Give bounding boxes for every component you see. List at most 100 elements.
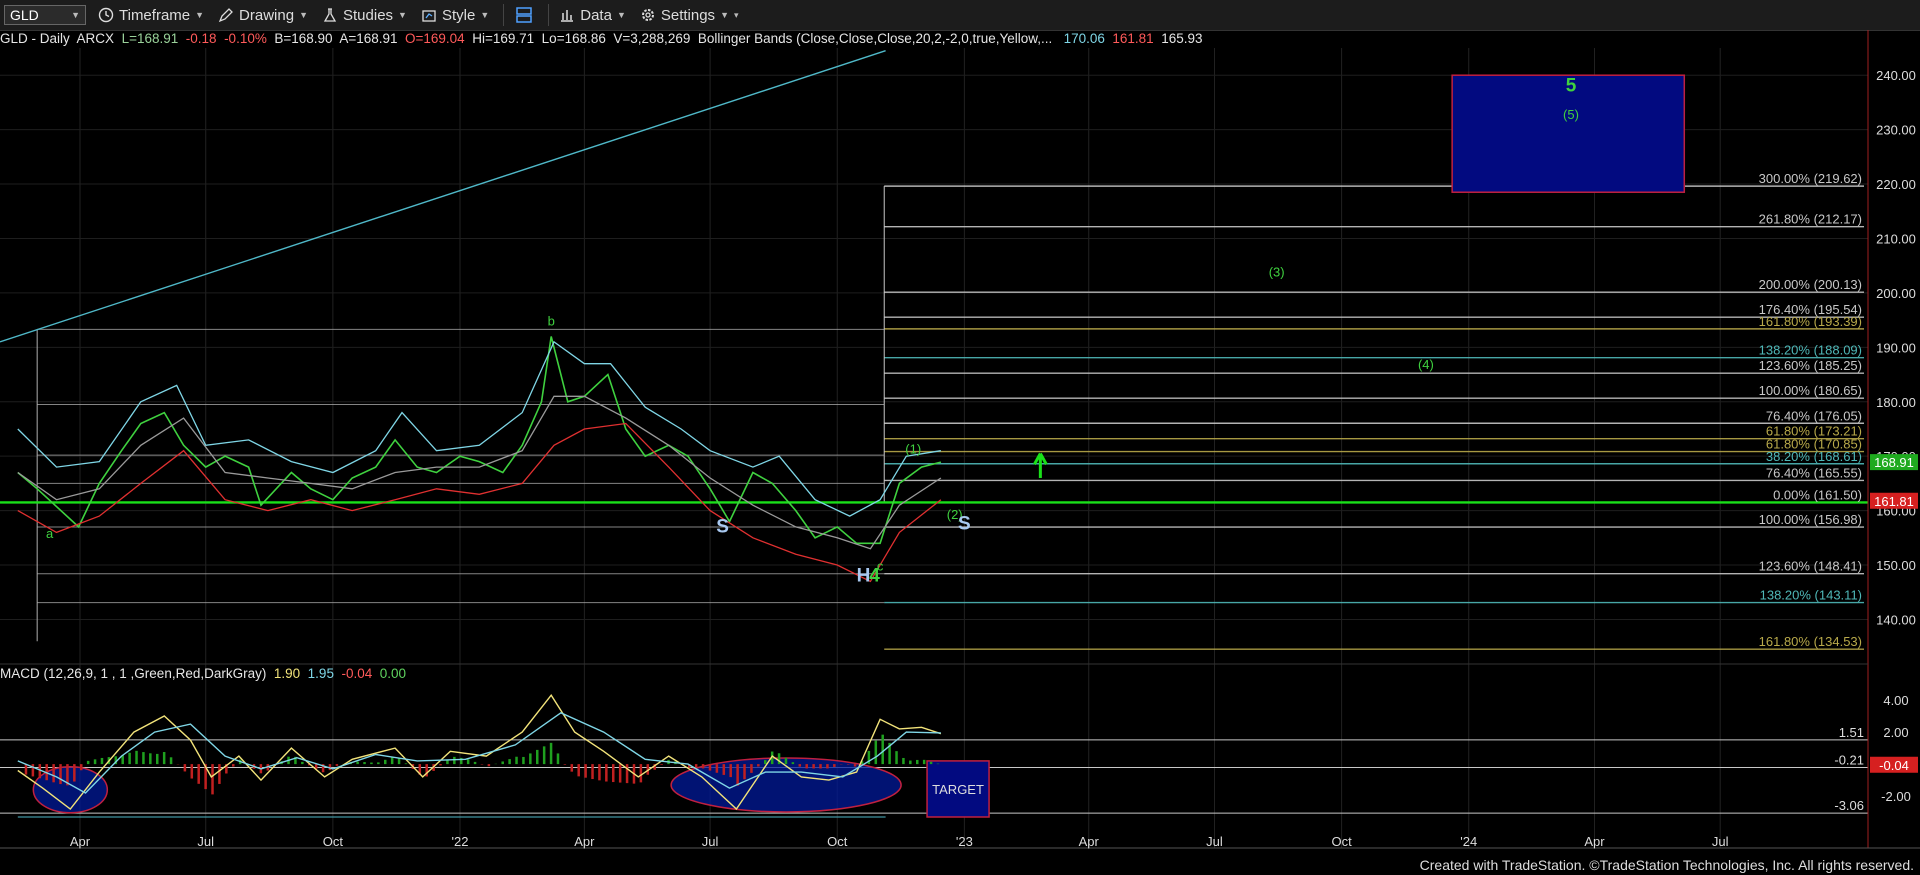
macd-histogram-bar — [736, 764, 739, 786]
macd-reference-label: -3.06 — [1834, 798, 1864, 813]
macd-histogram-bar — [549, 742, 553, 765]
macd-histogram-bar — [591, 764, 594, 780]
up-arrow-icon — [1033, 452, 1048, 478]
macd-histogram-bar — [812, 764, 815, 769]
macd-histogram-bar — [895, 751, 898, 765]
macd-histogram-bar — [715, 764, 719, 773]
x-tick-label: Oct — [827, 834, 848, 849]
price-series-line — [17, 340, 942, 517]
wave-label: (3) — [1269, 265, 1285, 280]
fib-level-label: 123.60% (185.25) — [1759, 358, 1862, 373]
copyright-footer: Created with TradeStation. ©TradeStation… — [1419, 857, 1914, 873]
macd-histogram-bar — [128, 752, 131, 765]
fib-level-label: 261.80% (212.17) — [1759, 212, 1862, 227]
fib-level-label: 161.80% (193.39) — [1759, 314, 1862, 329]
price-tick-label: 220.00 — [1876, 177, 1916, 192]
macd-histogram-bar — [542, 746, 546, 765]
fib-level-label: 38.20% (168.61) — [1766, 449, 1862, 464]
macd-histogram-bar — [536, 749, 539, 765]
wave-label: a — [46, 526, 54, 541]
macd-histogram-bar — [529, 753, 532, 765]
x-tick-label: Jul — [197, 834, 214, 849]
macd-zero-value: 0.00 — [379, 666, 407, 681]
macd-histogram-bar — [929, 761, 933, 765]
macd-histogram-bar — [791, 762, 795, 765]
fib-level-label: 76.40% (176.05) — [1766, 408, 1862, 423]
wave-label: b — [548, 314, 555, 329]
macd-value: 1.90 — [273, 666, 301, 681]
macd-histogram-bar — [777, 753, 781, 765]
macd-histogram-bar — [149, 753, 152, 765]
fib-level-label: 300.00% (219.62) — [1759, 171, 1862, 186]
macd-histogram-bar — [384, 759, 387, 765]
x-tick-label: '24 — [1460, 834, 1477, 849]
macd-histogram-bar — [73, 764, 76, 782]
wave-label: 4 — [869, 565, 880, 586]
wave-label: H — [857, 565, 871, 586]
macd-histogram-bar — [729, 764, 732, 778]
macd-histogram-bar — [356, 761, 359, 765]
macd-histogram-bar — [501, 761, 504, 765]
fib-level-label: 138.20% (188.09) — [1759, 343, 1862, 358]
macd-histogram-bar — [798, 764, 802, 767]
macd-histogram-bar — [466, 759, 470, 765]
target-label: TARGET — [932, 782, 984, 797]
macd-histogram-bar — [142, 752, 145, 765]
macd-tick-label: -2.00 — [1881, 789, 1911, 804]
macd-histogram-bar — [708, 764, 712, 771]
wave-label: (5) — [1563, 107, 1579, 122]
macd-histogram-bar — [833, 764, 836, 767]
macd-histogram-bar — [439, 764, 442, 766]
price-tick-label: 190.00 — [1876, 340, 1916, 355]
macd-histogram-bar — [764, 760, 767, 765]
macd-histogram-bar — [335, 764, 339, 766]
macd-info-line: MACD (12,26,9, 1 , 1 ,Green,Red,DarkGray… — [0, 666, 406, 682]
macd-histogram-bar — [563, 764, 567, 765]
price-tick-label: 200.00 — [1876, 286, 1916, 301]
macd-histogram-bar — [453, 756, 456, 765]
fib-level-label: 0.00% (161.50) — [1773, 487, 1862, 502]
wave-label: (1) — [905, 441, 921, 456]
macd-histogram-bar — [639, 764, 643, 783]
wave-label: S — [958, 514, 971, 535]
macd-avg-value: 1.95 — [307, 666, 334, 681]
macd-histogram-bar — [162, 752, 166, 765]
fib-level-label: 161.80% (134.53) — [1759, 634, 1862, 649]
macd-histogram-bar — [902, 757, 905, 765]
macd-histogram-bar — [190, 764, 194, 779]
macd-histogram-bar — [874, 740, 878, 765]
macd-histogram-bar — [473, 761, 477, 765]
macd-histogram-bar — [612, 764, 615, 783]
macd-histogram-bar — [598, 764, 601, 781]
price-tick-label: 140.00 — [1876, 612, 1916, 627]
macd-histogram-bar — [197, 764, 200, 784]
trend-line — [0, 50, 886, 343]
macd-histogram-bar — [93, 759, 97, 765]
price-tick-label: 240.00 — [1876, 68, 1916, 83]
macd-histogram-bar — [404, 763, 408, 765]
macd-reference-label: 1.51 — [1839, 725, 1864, 740]
x-tick-label: Oct — [1331, 834, 1352, 849]
price-tick-label: 180.00 — [1876, 395, 1916, 410]
macd-histogram-bar — [135, 750, 138, 765]
macd-badge-label: -0.04 — [1879, 758, 1909, 773]
macd-histogram-bar — [701, 764, 705, 769]
fib-level-label: 100.00% (180.65) — [1759, 383, 1862, 398]
macd-histogram-bar — [743, 764, 746, 780]
macd-histogram-bar — [390, 757, 394, 765]
macd-histogram-bar — [570, 764, 574, 772]
x-tick-label: Apr — [574, 834, 595, 849]
macd-histogram-bar — [363, 762, 366, 765]
fib-level-label: 100.00% (156.98) — [1759, 512, 1862, 527]
chart-canvas[interactable]: 300.00% (219.62) 261.80% (212.17) 200.00% … — [0, 0, 1920, 875]
wave-label: S — [716, 516, 729, 537]
macd-label: MACD (12,26,9, 1 , 1 ,Green,Red,DarkGray… — [0, 666, 267, 681]
price-tick-label: 210.00 — [1876, 231, 1916, 246]
macd-histogram-bar — [660, 764, 663, 765]
fib-level-label: 123.60% (148.41) — [1759, 559, 1862, 574]
macd-histogram-bar — [59, 764, 62, 785]
x-tick-label: '22 — [452, 834, 469, 849]
macd-histogram-bar — [508, 759, 511, 765]
price-badge-label: 168.91 — [1874, 455, 1914, 470]
macd-histogram-bar — [169, 757, 173, 765]
